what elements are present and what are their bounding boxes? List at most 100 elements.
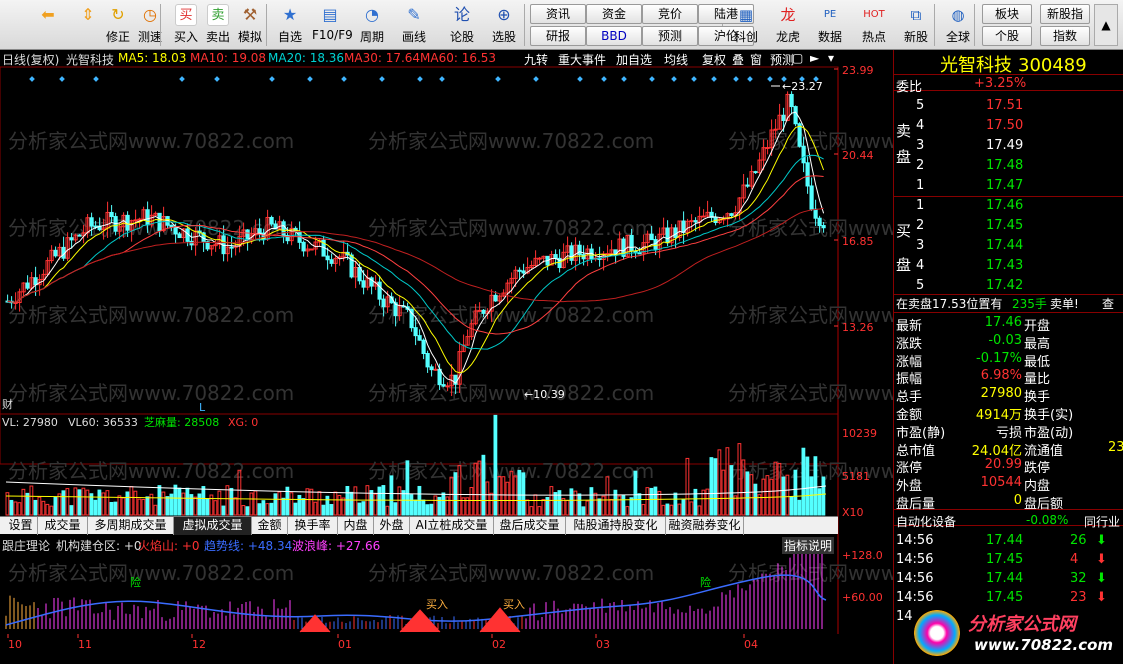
toolbar-right-button[interactable]: 新股指 <box>1040 4 1090 24</box>
event-diamond-icon[interactable] <box>671 76 677 82</box>
sell-level-row[interactable]: 5 17.51 <box>894 97 1123 115</box>
tab-8[interactable]: AI立桩成交量 <box>410 517 494 535</box>
tab-4[interactable]: 金额 <box>252 517 288 535</box>
event-diamond-icon[interactable] <box>379 76 385 82</box>
event-diamond-icon[interactable] <box>495 76 501 82</box>
toolbar-button-ipo[interactable]: ⧉ 新股 <box>898 3 934 47</box>
toolbar-button-period[interactable]: ◔ 周期 <box>354 3 390 47</box>
toolbar-button-globe[interactable]: ◍ 全球 <box>940 3 976 47</box>
event-diamond-icon[interactable] <box>601 76 607 82</box>
buy-level-row[interactable]: 2 17.45 <box>894 217 1123 235</box>
toolbar-right-button[interactable]: 指数 <box>1040 26 1090 46</box>
toolbar-button-back-arrow[interactable]: ⬅ <box>30 3 66 47</box>
notice-more[interactable]: 查 <box>1102 295 1114 312</box>
tab-10[interactable]: 陆股通持股变化 <box>566 517 666 535</box>
tab-9[interactable]: 盘后成交量 <box>494 517 566 535</box>
sell-level-row[interactable]: 4 17.50 <box>894 117 1123 135</box>
indicator-name[interactable]: 跟庄理论 <box>2 537 50 554</box>
cai-marker[interactable]: 财 <box>2 397 13 411</box>
volume-bar <box>781 476 786 516</box>
event-diamond-icon[interactable] <box>649 76 655 82</box>
stat-value: 17.46 <box>984 315 1022 330</box>
volume-bar <box>193 496 198 516</box>
toolbar-button-sell[interactable]: 卖卖出 <box>200 3 236 47</box>
event-diamond-icon[interactable] <box>747 76 753 82</box>
event-diamond-icon[interactable] <box>533 76 539 82</box>
sell-level-row[interactable]: 1 17.47 <box>894 177 1123 195</box>
event-diamond-icon[interactable] <box>179 76 185 82</box>
volume-bar <box>41 500 46 516</box>
tick-price: 17.45 <box>986 590 1024 605</box>
sell-level-row[interactable]: 2 17.48 <box>894 157 1123 175</box>
toolbar-button-comment[interactable]: 论论股 <box>444 3 480 47</box>
toolbar-small-button[interactable]: 竞价 <box>642 4 698 24</box>
toolbar-button-star[interactable]: ★ 自选 <box>272 3 308 47</box>
toolbar-button-f10[interactable]: ▤ F10/F9 <box>312 3 353 47</box>
tab-11[interactable]: 融资融券变化 <box>666 517 744 535</box>
toolbar-right-button[interactable]: 板块 <box>982 4 1032 24</box>
event-diamond-icon[interactable] <box>711 76 717 82</box>
toolbar-right-button[interactable]: 个股 <box>982 26 1032 46</box>
event-diamond-icon[interactable] <box>439 76 445 82</box>
toolbar-scroll-up[interactable]: ▲ <box>1094 4 1118 46</box>
candle-body <box>649 233 654 241</box>
event-diamond-icon[interactable] <box>29 76 35 82</box>
toolbar-small-button[interactable]: 资金 <box>586 4 642 24</box>
buy-level-row[interactable]: 1 17.46 <box>894 197 1123 215</box>
level-number: 2 <box>916 158 925 173</box>
toolbar-button-kechuang[interactable]: ▦ 科创 <box>728 3 764 47</box>
tab-0[interactable]: 设置 <box>4 517 38 535</box>
toolbar-button-label: 修正 <box>105 30 130 44</box>
l-marker[interactable]: L <box>199 401 206 414</box>
indicator-help-button[interactable]: 指标说明 <box>782 537 835 554</box>
event-diamond-icon[interactable] <box>733 76 739 82</box>
candle-body <box>301 241 306 252</box>
toolbar-small-button[interactable]: BBD <box>586 26 642 46</box>
event-diamond-icon[interactable] <box>691 76 697 82</box>
toolbar-button-pencil[interactable]: ✎ 画线 <box>396 3 432 47</box>
toolbar-button-buy[interactable]: 买买入 <box>168 3 204 47</box>
toolbar-small-button[interactable]: 资讯 <box>530 4 586 24</box>
event-diamond-icon[interactable] <box>767 76 773 82</box>
buy-level-row[interactable]: 3 17.44 <box>894 237 1123 255</box>
price-chart[interactable]: 分析家公式网www.70822.com 分析家公式网www.70822.com 分析… <box>0 50 893 664</box>
event-diamond-icon[interactable] <box>214 76 220 82</box>
toolbar-button-hot[interactable]: HOT 热点 <box>856 3 892 47</box>
event-diamond-icon[interactable] <box>269 76 275 82</box>
toolbar-button-hammer[interactable]: ⚒ 模拟 <box>232 3 268 47</box>
tick-row: 14:56 17.45 23 ⬇ <box>894 589 1123 607</box>
toolbar-small-button[interactable]: 预测 <box>642 26 698 46</box>
toolbar-button-data[interactable]: PE 数据 <box>812 3 848 47</box>
sector-tag[interactable]: 同行业 <box>1084 513 1120 530</box>
event-diamond-icon[interactable] <box>93 76 99 82</box>
toolbar-small-button[interactable]: 研报 <box>530 26 586 46</box>
sell-level-row[interactable]: 3 17.49 <box>894 137 1123 155</box>
volume-bar <box>65 488 70 516</box>
toolbar-button-refresh[interactable]: ↻ 修正 <box>100 3 136 47</box>
volume-bar <box>81 487 86 516</box>
buy-level-row[interactable]: 4 17.43 <box>894 257 1123 275</box>
big-order-notice[interactable]: 在卖盘17.53位置有 235手 卖单! 查 <box>894 294 1123 312</box>
tab-2[interactable]: 多周期成交量 <box>88 517 174 535</box>
sector-row[interactable]: 自动化设备 -0.08% 同行业 <box>894 512 1123 530</box>
tab-5[interactable]: 换手率 <box>288 517 338 535</box>
event-diamond-icon[interactable] <box>621 76 627 82</box>
volume-bar <box>693 488 698 516</box>
event-diamond-icon[interactable] <box>59 76 65 82</box>
tab-7[interactable]: 外盘 <box>374 517 410 535</box>
tab-6[interactable]: 内盘 <box>338 517 374 535</box>
toolbar-button-dragon-tiger[interactable]: 龙龙虎 <box>770 3 806 47</box>
price-axis-label: 13.26 <box>842 321 874 334</box>
tab-3[interactable]: 虚拟成交量 <box>174 517 252 535</box>
volume-bar <box>165 496 170 516</box>
candle-body <box>421 339 426 355</box>
toolbar-button-stock-pick[interactable]: ⊕ 选股 <box>486 3 522 47</box>
candle-body <box>437 368 442 386</box>
buy-level-row[interactable]: 5 17.42 <box>894 277 1123 295</box>
event-diamond-icon[interactable] <box>307 76 313 82</box>
tab-1[interactable]: 成交量 <box>38 517 88 535</box>
event-diamond-icon[interactable] <box>341 76 347 82</box>
event-diamond-icon[interactable] <box>577 76 583 82</box>
event-diamond-icon[interactable] <box>417 76 423 82</box>
toolbar-button-clock[interactable]: ◷ 测速 <box>132 3 168 47</box>
